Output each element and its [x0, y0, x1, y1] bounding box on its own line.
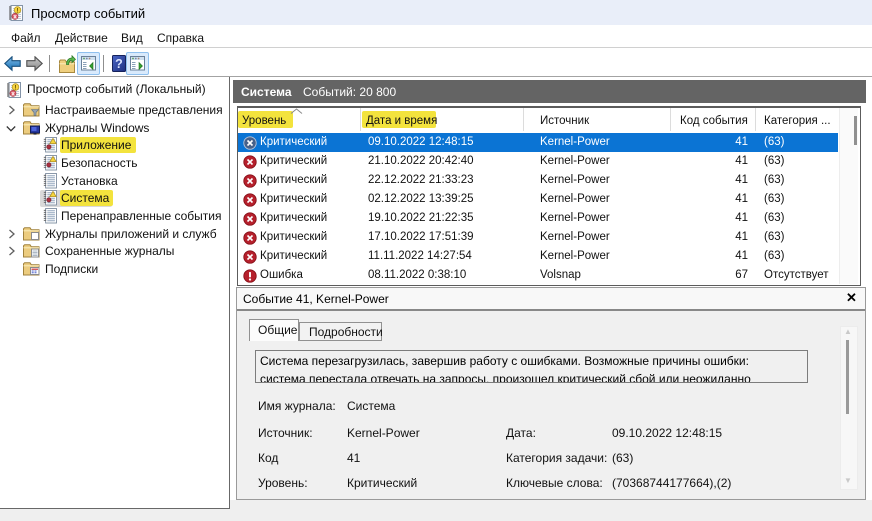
svg-text:x: x [11, 91, 15, 98]
svg-text:x: x [13, 14, 17, 21]
svg-text:?: ? [115, 57, 123, 71]
